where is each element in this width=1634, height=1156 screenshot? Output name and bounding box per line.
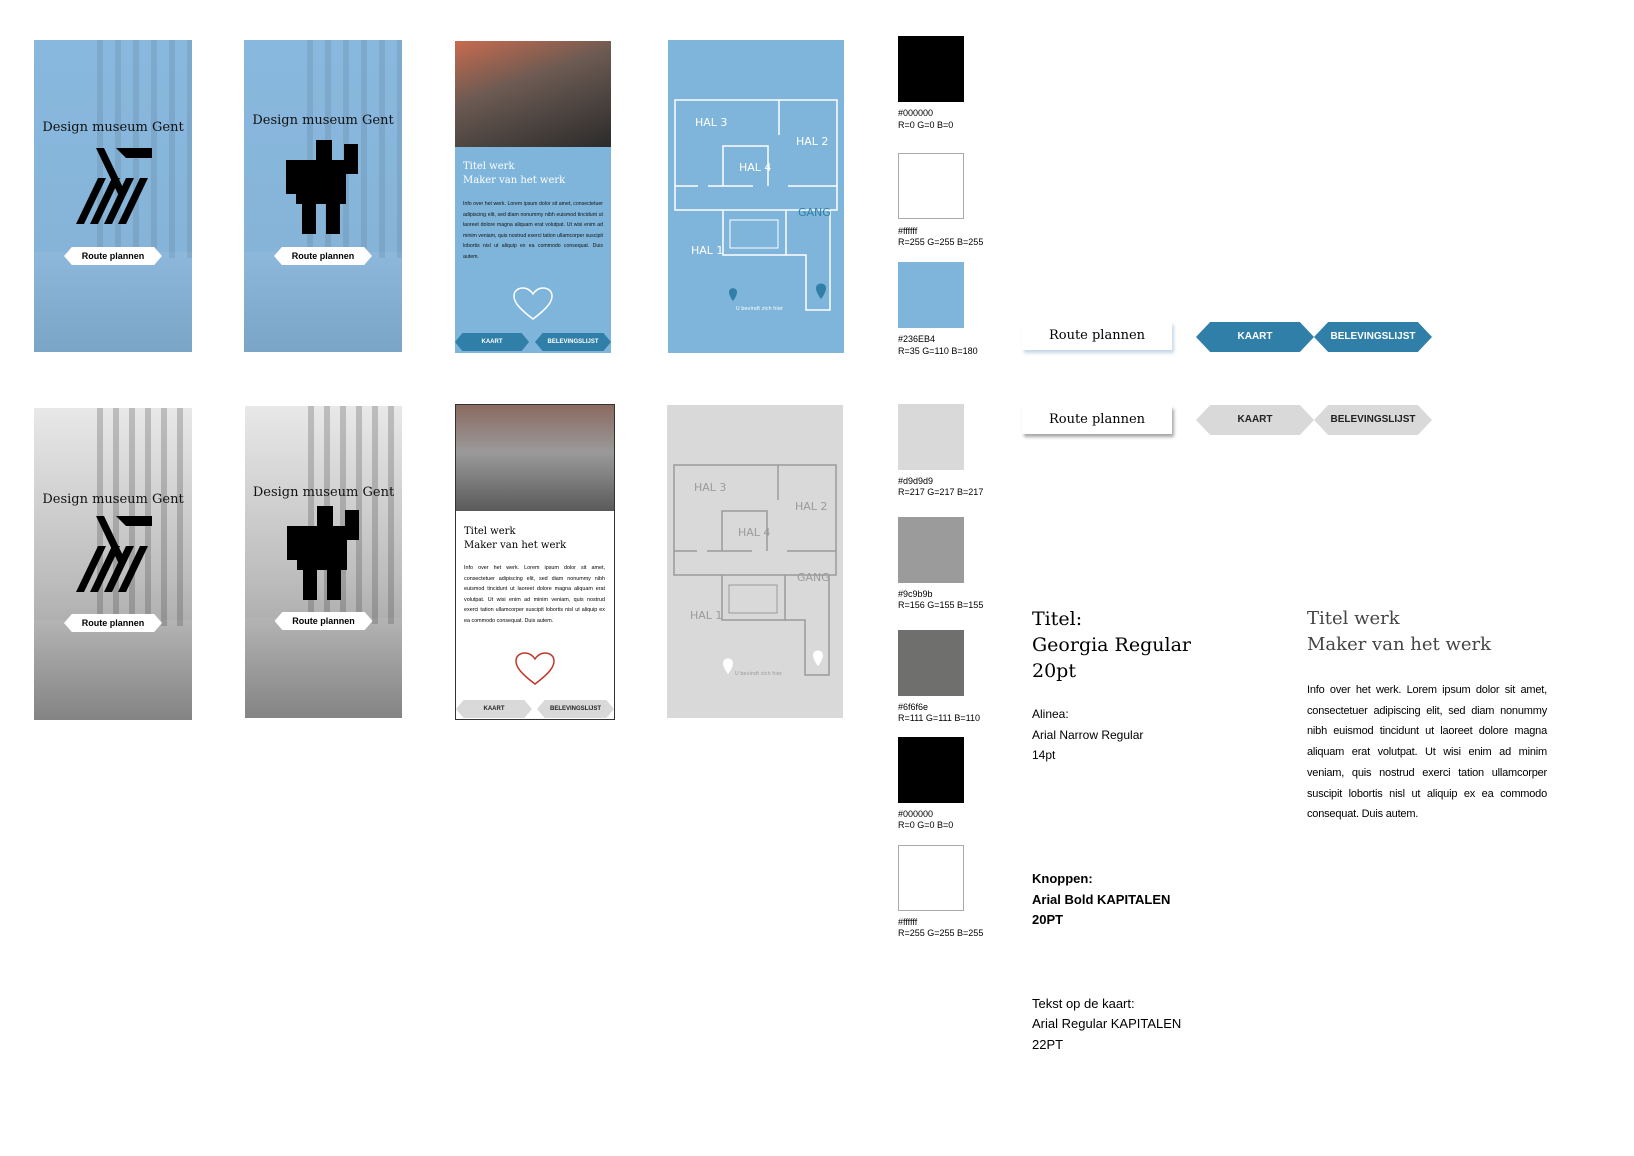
typo-buttons-size: 20PT — [1032, 912, 1064, 927]
heart-icon[interactable] — [515, 652, 555, 686]
swatch-rgb: R=255 G=255 B=255 — [898, 237, 984, 247]
app-title: Design museum Gent — [42, 120, 184, 135]
route-plannen-button[interactable]: Route plannen — [274, 612, 373, 630]
swatch-dark-grey — [898, 630, 964, 696]
map-screen-blue: HAL 3 HAL 2 HAL 4 HAL 1 GANG U bevindt z… — [668, 40, 844, 353]
museum-logo-icon — [76, 516, 152, 592]
map-label-gang: GANG — [797, 571, 830, 584]
kaart-button-blue[interactable]: KAART — [1196, 322, 1314, 352]
swatch-hex: #6f6f6e — [898, 702, 929, 712]
route-plannen-button[interactable]: Route plannen — [274, 247, 372, 265]
artwork-photo — [456, 405, 614, 511]
belevingslijst-button-blue[interactable]: BELEVINGSLIJST — [1314, 322, 1432, 352]
route-plannen-button-large[interactable]: Route plannen — [1022, 322, 1172, 350]
artwork-maker: Maker van het werk — [464, 540, 567, 551]
artwork-photo — [455, 41, 611, 147]
you-are-here-label: U bevindt zich hier — [735, 671, 782, 677]
swatch-rgb: R=35 G=110 B=180 — [898, 346, 978, 356]
artwork-info: Info over het werk. Lorem ipsum dolor si… — [464, 565, 605, 624]
splash-screen-blue-2: Design museum Gent Route plannen — [244, 40, 402, 352]
map-screen-grey: HAL 3 HAL 2 HAL 4 HAL 1 GANG U bevindt z… — [667, 405, 843, 718]
app-title: Design museum Gent — [252, 485, 395, 500]
swatch-hex: #ffffff — [898, 226, 918, 236]
swatch-rgb: R=0 G=0 B=0 — [898, 820, 954, 830]
swatch-black-2 — [898, 737, 964, 803]
map-label-hal4: HAL 4 — [738, 526, 771, 539]
swatch-hex: #d9d9d9 — [898, 476, 934, 486]
artwork-title: Titel werk — [464, 526, 516, 537]
splash-screen-grey-2: Design museum Gent Route plannen — [245, 406, 402, 718]
street-photo — [245, 618, 402, 718]
typo-para-font: Arial Narrow Regular — [1032, 728, 1144, 742]
tab-belevingslijst[interactable]: BELEVINGSLIJST — [537, 700, 614, 718]
sample-title: Titel werk — [1307, 608, 1400, 629]
app-title: Design museum Gent — [252, 113, 394, 128]
typo-map-size: 22PT — [1032, 1037, 1064, 1052]
street-photo — [34, 252, 192, 352]
artwork-screen-grey: Titel werk Maker van het werk Info over … — [455, 404, 615, 720]
artwork-title: Titel werk — [463, 161, 515, 172]
you-are-here-label: U bevindt zich hier — [736, 306, 783, 312]
swatch-rgb: R=111 G=111 B=110 — [898, 713, 980, 723]
swatch-black — [898, 36, 964, 102]
map-label-hal3: HAL 3 — [695, 116, 728, 129]
typo-title-font: Georgia Regular — [1032, 634, 1191, 656]
route-plannen-button[interactable]: Route plannen — [64, 247, 162, 265]
figure-logo-icon — [287, 506, 359, 600]
map-label-hal1: HAL 1 — [691, 244, 724, 257]
belevingslijst-button-grey[interactable]: BELEVINGSLIJST — [1314, 405, 1432, 435]
swatch-rgb: R=0 G=0 B=0 — [898, 120, 954, 130]
kaart-button-grey[interactable]: KAART — [1196, 405, 1314, 435]
typo-title-label: Titel: — [1032, 608, 1083, 630]
typo-buttons-font: Arial Bold KAPITALEN — [1032, 892, 1171, 907]
typo-buttons-label: Knoppen: — [1032, 871, 1093, 886]
swatch-white-2 — [898, 845, 964, 911]
swatch-hex: #9c9b9b — [898, 589, 933, 599]
typo-title-size: 20pt — [1032, 660, 1076, 682]
swatch-hex: #000000 — [898, 108, 934, 118]
swatch-hex: #ffffff — [898, 917, 918, 927]
museum-logo-icon — [76, 148, 152, 224]
map-label-hal1: HAL 1 — [690, 609, 723, 622]
typo-map-font: Arial Regular KAPITALEN — [1032, 1016, 1182, 1031]
map-label-hal4: HAL 4 — [739, 161, 772, 174]
swatch-white — [898, 153, 964, 219]
splash-screen-blue-1: Design museum Gent Route plannen — [34, 40, 192, 352]
typo-map-label: Tekst op de kaart: — [1032, 996, 1135, 1011]
swatch-mid-grey — [898, 517, 964, 583]
app-title: Design museum Gent — [42, 492, 184, 507]
map-label-hal2: HAL 2 — [796, 135, 829, 148]
route-plannen-button-large-grey[interactable]: Route plannen — [1022, 406, 1172, 434]
artwork-maker: Maker van het werk — [463, 175, 566, 186]
swatch-blue — [898, 262, 964, 328]
swatch-rgb: R=156 G=155 B=155 — [898, 600, 984, 610]
map-label-hal2: HAL 2 — [795, 500, 828, 513]
street-photo — [34, 620, 192, 720]
tab-belevingslijst[interactable]: BELEVINGSLIJST — [535, 333, 611, 351]
street-photo — [244, 252, 402, 352]
swatch-light-grey — [898, 404, 964, 470]
swatch-rgb: R=217 G=217 B=217 — [898, 487, 984, 497]
typo-para-size: 14pt — [1032, 748, 1056, 762]
tab-kaart[interactable]: KAART — [456, 700, 532, 718]
map-label-gang: GANG — [798, 206, 831, 219]
sample-maker: Maker van het werk — [1307, 634, 1492, 655]
swatch-hex: #236EB4 — [898, 334, 936, 344]
figure-logo-icon — [286, 140, 358, 234]
splash-screen-grey-1: Design museum Gent Route plannen — [34, 408, 192, 720]
typo-para-label: Alinea: — [1032, 707, 1069, 721]
sample-paragraph: Info over het werk. Lorem ipsum dolor si… — [1307, 684, 1547, 821]
swatch-rgb: R=255 G=255 B=255 — [898, 928, 984, 938]
route-plannen-button[interactable]: Route plannen — [64, 614, 162, 632]
tab-kaart[interactable]: KAART — [455, 333, 529, 351]
artwork-screen-blue: Titel werk Maker van het werk Info over … — [455, 41, 611, 353]
heart-icon[interactable] — [513, 287, 553, 321]
map-label-hal3: HAL 3 — [694, 481, 727, 494]
artwork-info: Info over het werk. Lorem ipsum dolor si… — [463, 201, 603, 260]
swatch-hex: #000000 — [898, 809, 934, 819]
